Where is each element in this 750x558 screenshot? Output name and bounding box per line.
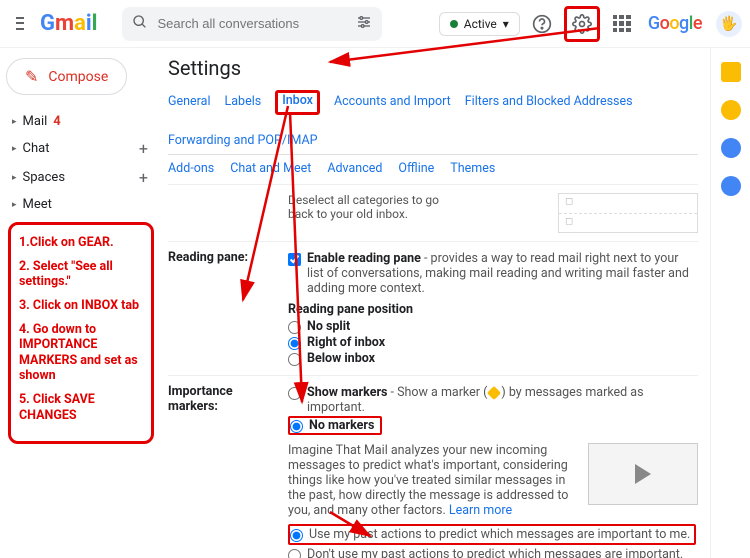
nav-meet[interactable]: ▸Meet <box>6 192 154 217</box>
play-icon <box>635 464 651 484</box>
pencil-icon: ✎ <box>25 67 38 86</box>
tab-accounts[interactable]: Accounts and Import <box>334 90 451 115</box>
tab-general[interactable]: General <box>168 90 211 115</box>
annotation-gear-highlight <box>564 6 600 42</box>
plus-icon[interactable]: + <box>139 168 148 187</box>
chevron-down-icon: ▾ <box>503 17 509 31</box>
plus-icon[interactable]: + <box>139 139 148 158</box>
learn-more-link[interactable]: Learn more <box>449 503 512 518</box>
enable-reading-pane-checkbox[interactable] <box>288 253 301 266</box>
compose-button[interactable]: ✎ Compose <box>6 58 127 95</box>
categories-row: Deselect all categories to go back to yo… <box>168 184 698 241</box>
importance-marker-icon <box>487 386 501 400</box>
tab-offline[interactable]: Offline <box>398 161 434 176</box>
categories-preview: ◻◻ <box>558 193 698 233</box>
tab-inbox[interactable]: Inbox <box>282 89 313 114</box>
reading-pane-label: Reading pane: <box>168 250 288 367</box>
annotation-instructions: 1.Click on GEAR. 2. Select "See all sett… <box>8 222 154 444</box>
nav-chat[interactable]: ▸Chat+ <box>6 134 154 163</box>
app-header: Gmail Active ▾ Google 🖐️ <box>0 0 750 48</box>
search-bar[interactable] <box>122 7 382 41</box>
search-input[interactable] <box>158 16 356 31</box>
keep-icon[interactable] <box>721 100 741 120</box>
nav-mail[interactable]: ▸Mail4 <box>6 109 154 134</box>
status-label: Active <box>464 17 497 31</box>
compose-label: Compose <box>48 69 108 85</box>
annotation-no-markers-highlight: No markers <box>288 416 382 435</box>
importance-markers-row: Importance markers: Show markers - Show … <box>168 375 698 558</box>
categories-hint: Deselect all categories to go back to yo… <box>288 193 458 221</box>
google-apps-icon[interactable] <box>608 10 636 38</box>
side-panel <box>710 48 750 558</box>
tasks-icon[interactable] <box>721 138 741 158</box>
reading-pane-position-head: Reading pane position <box>288 302 698 317</box>
radio-show-markers[interactable] <box>288 387 301 400</box>
annotation-use-past-highlight: Use my past actions to predict which mes… <box>288 524 696 545</box>
explainer-video-thumb[interactable] <box>588 443 698 505</box>
nav-spaces[interactable]: ▸Spaces+ <box>6 163 154 192</box>
status-chip[interactable]: Active ▾ <box>439 12 520 36</box>
annotation-inbox-highlight: Inbox <box>275 90 320 115</box>
tab-themes[interactable]: Themes <box>450 161 495 176</box>
contacts-icon[interactable] <box>721 176 741 196</box>
settings-gear-icon[interactable] <box>568 10 596 38</box>
mail-count-badge: 4 <box>53 114 60 129</box>
radio-no-split[interactable] <box>288 321 301 334</box>
tab-chat-meet[interactable]: Chat and Meet <box>230 161 311 176</box>
tab-advanced[interactable]: Advanced <box>327 161 382 176</box>
tab-filters[interactable]: Filters and Blocked Addresses <box>465 90 633 115</box>
gmail-logo[interactable]: Gmail <box>40 11 98 36</box>
radio-dont-use-past-actions[interactable] <box>288 549 301 558</box>
settings-title: Settings <box>168 56 698 80</box>
importance-markers-label: Importance markers: <box>168 384 288 558</box>
caret-icon: ▸ <box>12 144 17 154</box>
search-icon <box>132 14 148 34</box>
caret-icon: ▸ <box>12 173 17 183</box>
calendar-icon[interactable] <box>721 62 741 82</box>
radio-no-markers[interactable] <box>290 420 303 433</box>
tab-forwarding[interactable]: Forwarding and POP/IMAP <box>168 129 318 154</box>
radio-right-of-inbox[interactable] <box>288 337 301 350</box>
help-icon[interactable] <box>528 10 556 38</box>
reading-pane-row: Reading pane: Enable reading pane - prov… <box>168 241 698 375</box>
settings-tabs: General Labels Inbox Accounts and Import… <box>168 90 698 155</box>
radio-use-past-actions[interactable] <box>290 529 303 542</box>
status-dot-icon <box>450 20 458 28</box>
settings-tabs-row2: Add-ons Chat and Meet Advanced Offline T… <box>168 155 698 184</box>
tab-addons[interactable]: Add-ons <box>168 161 214 176</box>
tab-labels[interactable]: Labels <box>225 90 262 115</box>
radio-below-inbox[interactable] <box>288 353 301 366</box>
settings-content: Settings General Labels Inbox Accounts a… <box>160 48 710 558</box>
search-options-icon[interactable] <box>356 14 372 34</box>
caret-icon: ▸ <box>12 200 17 210</box>
google-logo: Google <box>648 13 702 34</box>
main-menu-icon[interactable] <box>8 12 32 36</box>
caret-icon: ▸ <box>12 117 17 127</box>
account-avatar[interactable]: 🖐️ <box>716 11 742 37</box>
